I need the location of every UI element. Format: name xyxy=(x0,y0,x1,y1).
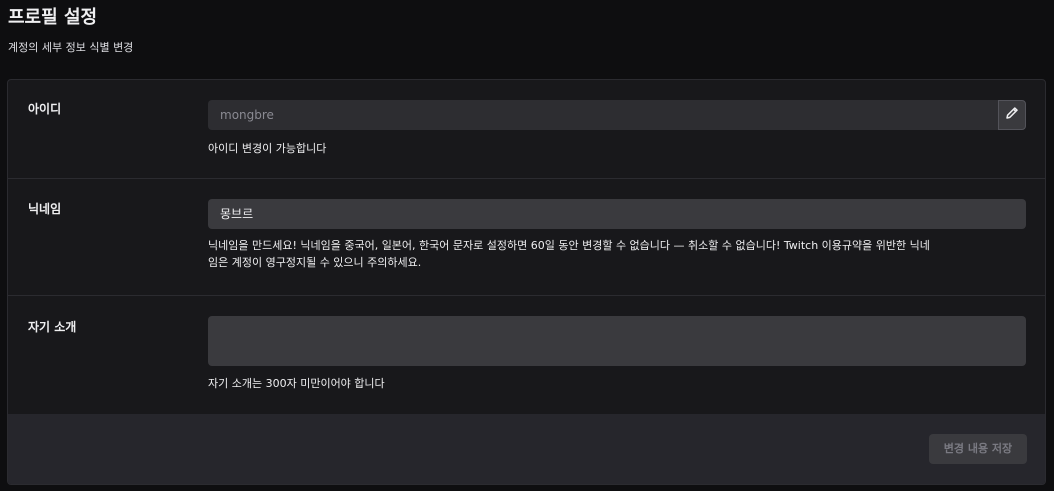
bio-label: 자기 소개 xyxy=(28,320,77,334)
username-row: 아이디 mongbre 아이디 변경이 가능합니다 xyxy=(8,80,1045,179)
nickname-help-line-2: 임은 계정이 영구정지될 수 있으니 주의하세요. xyxy=(208,256,422,269)
save-changes-button[interactable]: 변경 내용 저장 xyxy=(929,434,1027,464)
card-footer: 변경 내용 저장 xyxy=(8,414,1045,484)
bio-textarea[interactable] xyxy=(208,316,1026,366)
username-label: 아이디 xyxy=(28,102,62,116)
nickname-label: 닉네임 xyxy=(28,202,62,216)
pencil-icon xyxy=(1004,105,1020,125)
page-subtitle: 계정의 세부 정보 식별 변경 xyxy=(8,41,134,54)
nickname-help-text: 닉네임을 만드세요! 닉네임을 중국어, 일본어, 한국어 문자로 설정하면 6… xyxy=(208,237,1028,271)
nickname-row: 닉네임 몽브르 닉네임을 만드세요! 닉네임을 중국어, 일본어, 한국어 문자… xyxy=(8,179,1045,296)
page-title: 프로필 설정 xyxy=(8,7,98,28)
profile-settings-card: 아이디 mongbre 아이디 변경이 가능합니다 닉네임 몽브르 닉네임을 만… xyxy=(7,79,1046,485)
edit-username-button[interactable] xyxy=(998,100,1026,130)
username-input[interactable]: mongbre xyxy=(208,100,998,130)
bio-row: 자기 소개 자기 소개는 300자 미만이어야 합니다 xyxy=(8,296,1045,414)
bio-help-text: 자기 소개는 300자 미만이어야 합니다 xyxy=(208,377,385,390)
nickname-help-line-1: 닉네임을 만드세요! 닉네임을 중국어, 일본어, 한국어 문자로 설정하면 6… xyxy=(208,239,930,252)
nickname-input[interactable]: 몽브르 xyxy=(208,199,1026,229)
username-help-text: 아이디 변경이 가능합니다 xyxy=(208,142,327,155)
